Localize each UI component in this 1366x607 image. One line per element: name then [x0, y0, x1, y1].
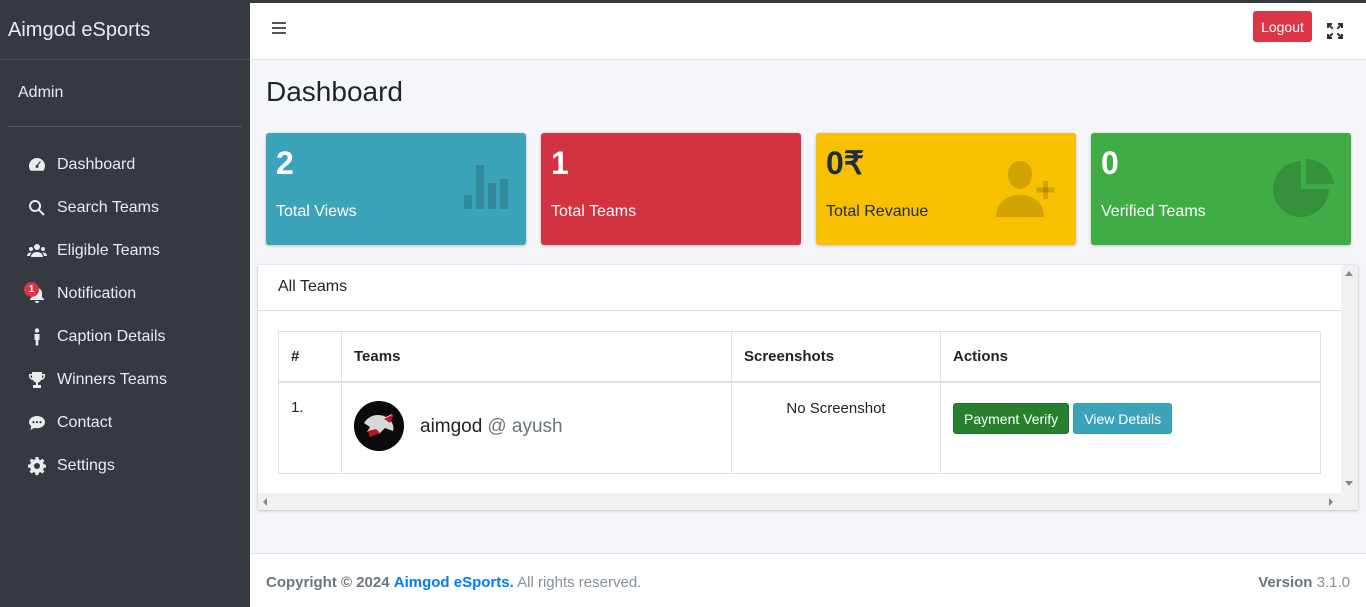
user-plus-icon [992, 159, 1062, 224]
top-navbar: Logout [250, 3, 1366, 60]
version-info: Version 3.1.0 [1258, 574, 1350, 591]
table-row: 1. aimgod @ ayush No Screenshot Payment … [278, 381, 1321, 474]
team-avatar[interactable] [354, 401, 404, 451]
notification-badge: 1 [24, 281, 39, 297]
sidebar-item-caption-details[interactable]: Caption Details [0, 315, 250, 358]
stat-box-total-teams[interactable]: 1 Total Teams [541, 133, 801, 245]
stat-value: 1 [551, 145, 569, 181]
chat-icon [26, 412, 48, 434]
sidebar-item-contact[interactable]: Contact [0, 401, 250, 444]
sidebar-item-winners-teams[interactable]: Winners Teams [0, 358, 250, 401]
menu-toggle-icon[interactable] [272, 19, 292, 39]
horizontal-scrollbar[interactable] [258, 493, 1341, 510]
card-title: All Teams [258, 265, 1358, 311]
sidebar-item-label: Caption Details [57, 327, 166, 345]
sidebar-item-settings[interactable]: Settings [0, 444, 250, 487]
rights-text: All rights reserved. [517, 574, 642, 591]
person-icon [26, 326, 48, 348]
dashboard-icon [26, 154, 48, 176]
payment-verify-button[interactable]: Payment Verify [953, 403, 1070, 434]
card-body: # Teams Screenshots Actions 1. aimgod @ … [258, 311, 1358, 493]
bar-chart-icon [456, 159, 512, 214]
pie-chart-icon [1273, 158, 1337, 226]
trophy-icon [26, 369, 48, 391]
scroll-down-icon[interactable] [1345, 481, 1353, 486]
sidebar-item-label: Eligible Teams [57, 241, 160, 259]
sidebar-item-search-teams[interactable]: Search Teams [0, 186, 250, 229]
footer-brand-link[interactable]: Aimgod eSports. [394, 574, 514, 591]
sidebar-item-dashboard[interactable]: Dashboard [0, 143, 250, 186]
logout-button[interactable]: Logout [1253, 11, 1312, 42]
row-index: 1. [278, 381, 342, 474]
fullscreen-icon[interactable] [1326, 22, 1344, 40]
sidebar-item-label: Winners Teams [57, 370, 167, 388]
table-header-row: # Teams Screenshots Actions [278, 331, 1321, 383]
team-cell: aimgod @ ayush [341, 381, 732, 474]
sidebar-item-label: Search Teams [57, 198, 159, 216]
sidebar-item-label: Dashboard [57, 155, 136, 173]
version-label: Version [1258, 574, 1313, 591]
column-header: Teams [341, 331, 732, 383]
brand-title[interactable]: Aimgod eSports [0, 3, 250, 60]
sidebar-item-label: Contact [57, 413, 113, 431]
vertical-scrollbar[interactable] [1341, 265, 1358, 510]
scroll-left-icon[interactable] [263, 498, 267, 506]
copyright-text: Copyright © 2024 [266, 574, 390, 591]
sidebar: Aimgod eSports Admin Dashboard Search Te… [0, 3, 250, 607]
view-details-button[interactable]: View Details [1073, 403, 1173, 434]
stat-box-total-views[interactable]: 2 Total Views [266, 133, 526, 245]
version-number: 3.1.0 [1316, 574, 1350, 591]
all-teams-card: All Teams # Teams Screenshots Actions 1. [258, 265, 1358, 510]
sidebar-nav: Dashboard Search Teams Eligible Teams 1 … [0, 127, 250, 487]
team-owner: @ ayush [487, 416, 563, 437]
scroll-right-icon[interactable] [1329, 498, 1333, 506]
column-header: # [278, 331, 342, 383]
bell-icon: 1 [24, 281, 48, 305]
stat-label: Total Teams [551, 203, 637, 220]
teams-table: # Teams Screenshots Actions 1. aimgod @ … [278, 331, 1321, 474]
column-header: Actions [940, 331, 1321, 383]
stat-box-total-revenue[interactable]: 0₹ Total Revanue [816, 133, 1076, 245]
actions-cell: Payment Verify View Details [940, 381, 1321, 474]
user-panel[interactable]: Admin [8, 60, 242, 127]
sidebar-item-label: Settings [57, 456, 115, 474]
gear-icon [26, 455, 48, 477]
footer: Copyright © 2024 Aimgod eSports. All rig… [250, 553, 1366, 607]
page-title: Dashboard [266, 76, 403, 107]
stat-box-verified-teams[interactable]: 0 Verified Teams [1091, 133, 1351, 245]
users-icon [26, 240, 48, 262]
team-name: aimgod [420, 416, 483, 437]
scroll-up-icon[interactable] [1345, 271, 1353, 276]
sidebar-item-label: Notification [57, 284, 137, 302]
sidebar-item-eligible-teams[interactable]: Eligible Teams [0, 229, 250, 272]
search-icon [26, 197, 48, 219]
screenshot-cell: No Screenshot [731, 381, 941, 474]
column-header: Screenshots [731, 331, 941, 383]
sidebar-item-notification[interactable]: 1 Notification [0, 272, 250, 315]
